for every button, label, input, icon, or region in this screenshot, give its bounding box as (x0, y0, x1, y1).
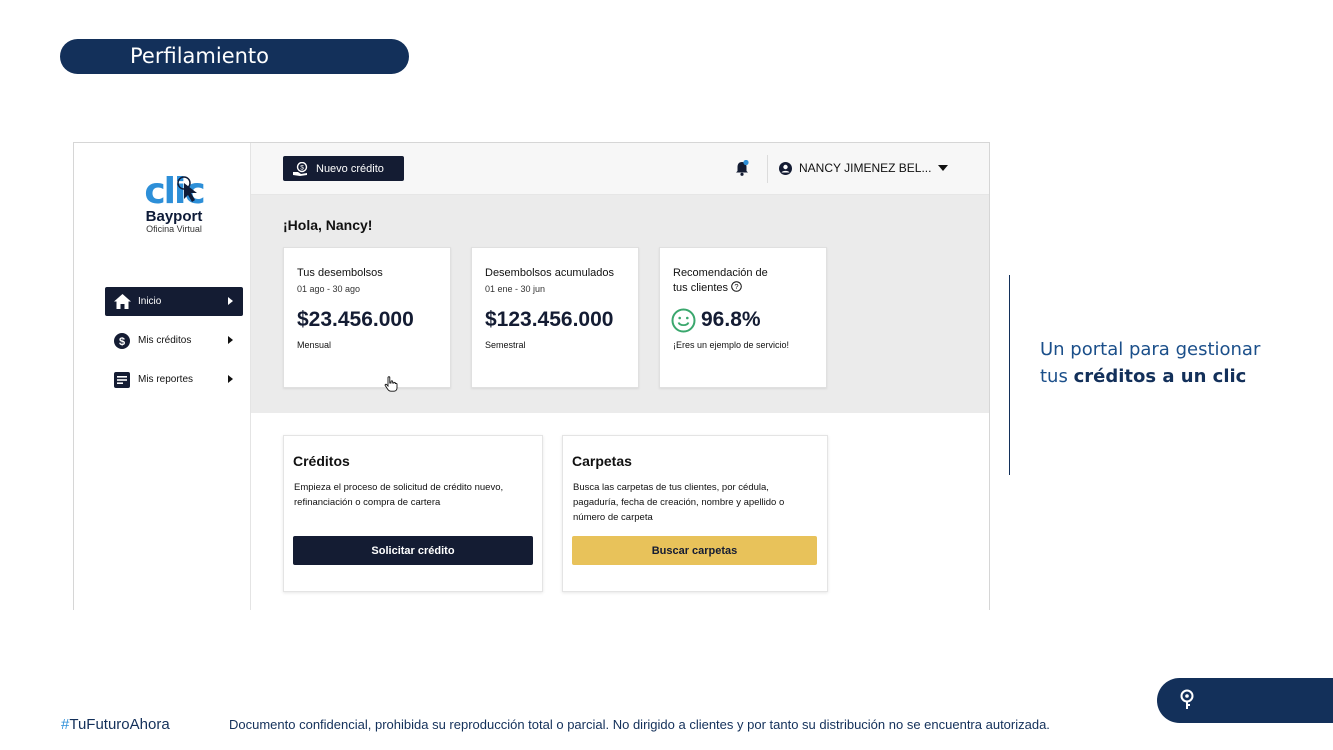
action-card-carpetas: Carpetas Busca las carpetas de tus clien… (562, 435, 828, 592)
location-pin-icon (1180, 689, 1194, 709)
svg-text:$: $ (300, 164, 304, 171)
card-description-line: refinanciación o compra de cartera (294, 497, 441, 508)
svg-text:$: $ (119, 336, 125, 348)
logo-brand: clic (144, 171, 205, 212)
user-menu[interactable]: NANCY JIMENEZ BEL... (779, 161, 949, 175)
dollar-circle-icon: $ (113, 332, 131, 350)
top-bar: $ Nuevo crédito NANCY JIMENEZ BEL... (251, 143, 989, 195)
user-avatar-icon (779, 161, 792, 175)
stat-subtitle: 01 ago - 30 ago (297, 284, 361, 294)
svg-text:?: ? (735, 282, 739, 291)
title-banner: Perfilamiento (60, 39, 409, 74)
page-title: Perfilamiento (130, 44, 270, 68)
hand-pointer-icon (384, 376, 398, 392)
accent-divider (1009, 275, 1010, 475)
sidebar-item-label: Inicio (138, 296, 162, 307)
caret-right-icon (228, 336, 233, 344)
card-description-line: pagaduría, fecha de creación, nombre y a… (573, 497, 785, 508)
stat-title: Tus desembolsos (297, 267, 383, 279)
sidebar-item-label: Mis créditos (138, 335, 192, 346)
tagline-line1: Un portal para gestionar (1040, 339, 1261, 360)
chevron-down-icon (938, 165, 949, 171)
sidebar-item-inicio[interactable]: Inicio (105, 287, 243, 316)
buscar-carpetas-button[interactable]: Buscar carpetas (572, 536, 817, 565)
card-title: Carpetas (572, 453, 632, 469)
user-name: NANCY JIMENEZ BEL... (799, 161, 932, 175)
clic-logo: clic Bayport Oficina Virtual (134, 171, 214, 245)
app-screenshot: clic Bayport Oficina Virtual Inicio $ Mi… (73, 142, 990, 610)
stat-card-acumulados[interactable]: Desembolsos acumulados 01 ene - 30 jun $… (471, 247, 639, 388)
sidebar: clic Bayport Oficina Virtual Inicio $ Mi… (74, 143, 251, 610)
stat-value: $23.456.000 (297, 308, 414, 331)
stat-period: Mensual (297, 340, 332, 350)
tagline-prefix: tus (1040, 366, 1074, 387)
main-content: $ Nuevo crédito NANCY JIMENEZ BEL... ¡Ho… (251, 143, 989, 610)
stat-caption: ¡Eres un ejemplo de servicio! (673, 340, 790, 350)
confidentiality-note: Documento confidencial, prohibida su rep… (229, 717, 1050, 732)
new-credit-label: Nuevo crédito (316, 162, 384, 175)
logo-company: Bayport (145, 208, 203, 225)
card-description: Empieza el proceso de solicitud de crédi… (294, 480, 503, 510)
stat-value: $123.456.000 (485, 308, 614, 331)
summary-section: ¡Hola, Nancy! Tus desembolsos 01 ago - 3… (251, 195, 989, 413)
stat-title-line1: Recomendación de (673, 267, 768, 279)
money-hand-icon: $ (293, 161, 308, 176)
notification-bell-icon[interactable] (735, 160, 749, 176)
header-divider (767, 155, 768, 183)
stat-title: Desembolsos acumulados (485, 267, 615, 279)
footer-badge (1157, 678, 1333, 723)
card-description-line: Empieza el proceso de solicitud de crédi… (294, 482, 504, 493)
stat-period: Semestral (485, 340, 526, 350)
stat-value: 96.8% (701, 308, 761, 331)
report-icon (113, 371, 131, 389)
help-circle-icon[interactable]: ? (731, 281, 742, 292)
sidebar-item-label: Mis reportes (138, 374, 194, 385)
stat-subtitle: 01 ene - 30 jun (485, 284, 546, 294)
sidebar-item-mis-reportes[interactable]: Mis reportes (105, 365, 243, 394)
stat-card-desembolsos[interactable]: Tus desembolsos 01 ago - 30 ago $23.456.… (283, 247, 451, 392)
greeting: ¡Hola, Nancy! (283, 217, 373, 233)
cursor-click-icon (177, 176, 197, 202)
stat-title-line2: tus clientes (673, 282, 729, 294)
stat-card-recomendacion[interactable]: Recomendación de tus clientes ? 96.8% ¡E… (659, 247, 827, 388)
card-title: Créditos (293, 453, 350, 469)
card-description-line: Busca las carpetas de tus clientes, por … (573, 482, 769, 493)
caret-right-icon (228, 375, 233, 383)
caret-right-icon (228, 297, 233, 305)
hashtag: #TuFuturoAhora (61, 716, 170, 733)
card-description: Busca las carpetas de tus clientes, por … (573, 480, 784, 525)
card-description-line: número de carpeta (573, 512, 653, 523)
new-credit-button[interactable]: $ Nuevo crédito (283, 156, 404, 181)
solicitar-credito-button[interactable]: Solicitar crédito (293, 536, 533, 565)
hashtag-text: TuFuturoAhora (69, 716, 170, 733)
stat-title: Recomendación de tus clientes ? (673, 266, 768, 296)
smile-icon (671, 308, 696, 333)
home-icon (113, 293, 131, 311)
action-card-creditos: Créditos Empieza el proceso de solicitud… (283, 435, 543, 592)
sidebar-item-mis-creditos[interactable]: $ Mis créditos (105, 326, 243, 355)
tagline-highlight: créditos a un clic (1073, 366, 1247, 387)
tagline: Un portal para gestionar tus créditos a … (1040, 336, 1260, 390)
logo-subtitle: Oficina Virtual (146, 224, 202, 234)
